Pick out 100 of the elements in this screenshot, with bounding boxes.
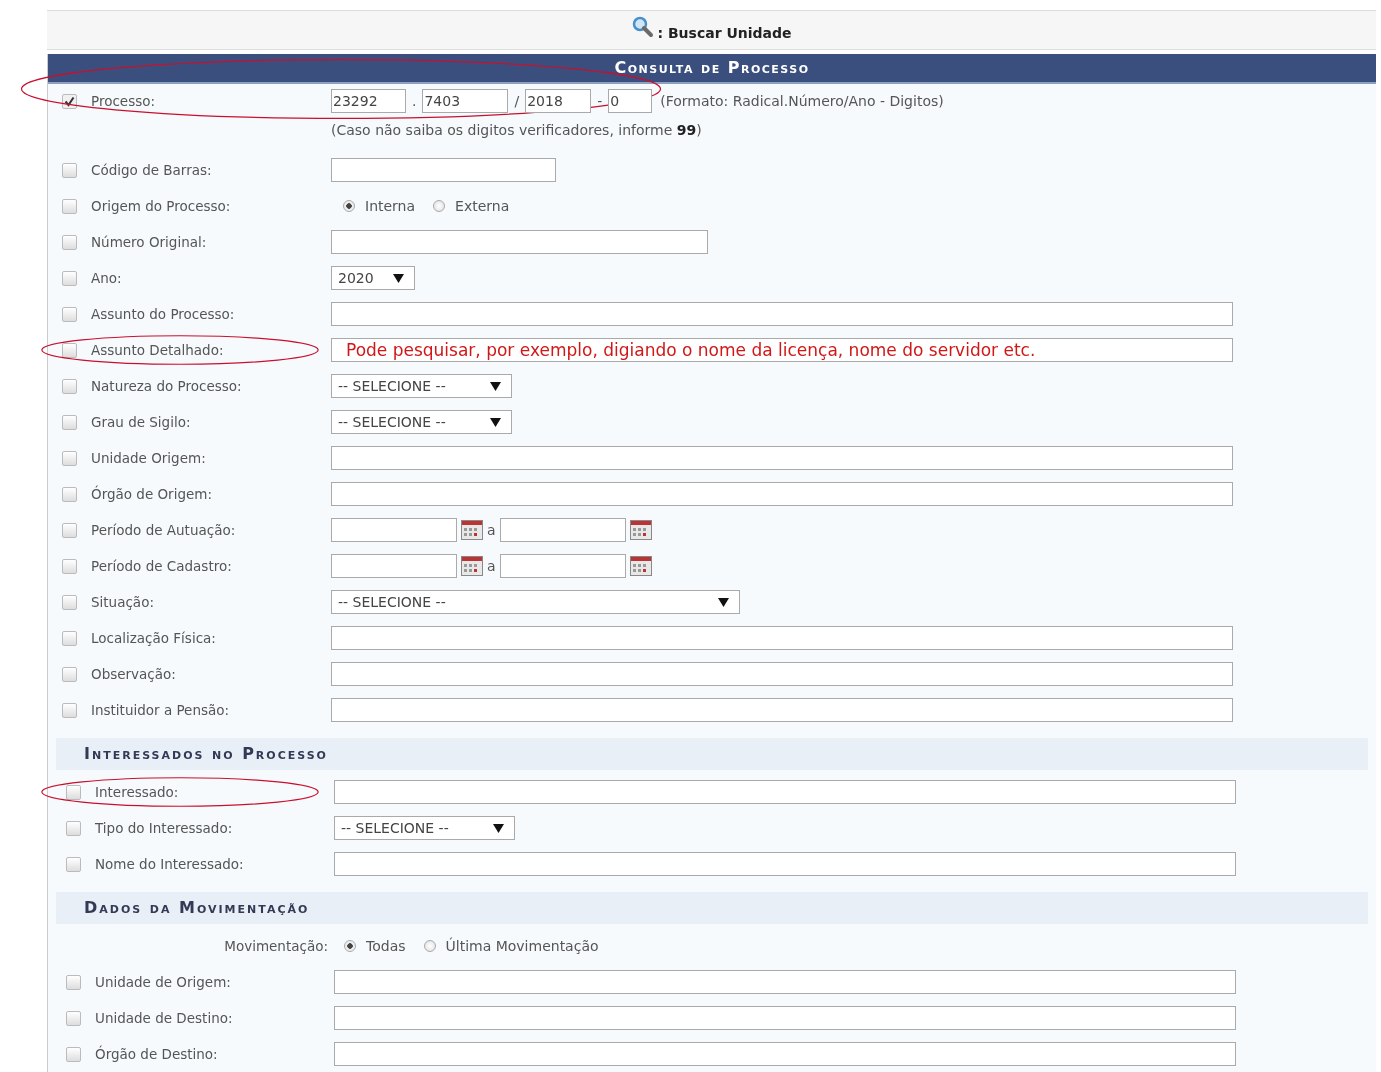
dropdown[interactable]: -- SELECIONE -- (334, 816, 515, 840)
section-heading: Interessados no Processo (56, 738, 1368, 770)
input-field[interactable]: 23292 (331, 89, 406, 113)
field-label: Interessado: (95, 784, 179, 800)
dropdown[interactable]: 2020 (331, 266, 415, 290)
range-separator: a (487, 558, 496, 574)
calendar-icon[interactable] (461, 556, 483, 576)
date-field[interactable] (331, 554, 457, 578)
input-field[interactable] (334, 1042, 1236, 1066)
checkbox[interactable] (62, 198, 77, 214)
checkbox[interactable] (62, 450, 77, 466)
date-field[interactable] (499, 554, 626, 578)
input-field[interactable] (331, 482, 1233, 506)
field-label: Grau de Sigilo: (91, 414, 191, 430)
separator-text: - (597, 93, 603, 109)
field-label: Código de Barras: (91, 162, 212, 178)
input-field[interactable] (331, 230, 708, 254)
date-field[interactable] (331, 518, 457, 542)
radio-button[interactable] (423, 940, 436, 952)
field-label: Unidade Origem: (91, 450, 206, 466)
checkbox[interactable] (62, 306, 77, 322)
search-unit-link[interactable]: : Buscar Unidade (657, 25, 792, 41)
radio-label: Todas (366, 938, 406, 954)
input-field[interactable]: 7403 (422, 89, 509, 113)
checkbox[interactable] (62, 486, 77, 502)
field-label: Localização Física: (91, 630, 216, 646)
checkbox[interactable] (62, 414, 77, 430)
search-icon[interactable] (631, 16, 656, 38)
field-label: Unidade de Origem: (95, 974, 231, 990)
input-field[interactable] (331, 158, 556, 182)
caret-icon (490, 417, 501, 427)
field-label: Unidade de Destino: (95, 1010, 233, 1026)
format-hint: (Formato: Radical.Número/Ano - Digitos) (660, 93, 944, 109)
checkbox[interactable] (66, 784, 81, 800)
checkbox[interactable] (66, 1010, 81, 1026)
hint-text: (Caso não saiba os digitos verificadores, informe 99) (331, 122, 703, 138)
checkbox[interactable] (66, 974, 81, 990)
calendar-icon[interactable] (461, 520, 483, 540)
date-field[interactable] (499, 518, 626, 542)
field-label: Ano: (91, 270, 122, 286)
radio-button[interactable] (433, 200, 446, 212)
checkbox[interactable] (62, 378, 77, 394)
calendar-icon[interactable] (629, 556, 652, 576)
input-field[interactable]: Pode pesquisar, por exemplo, digiando o nome da licença, nome do servidor etc. (331, 338, 1233, 362)
field-label: Instituidor a Pensão: (91, 702, 230, 718)
input-field[interactable] (331, 662, 1233, 686)
field-label: Movimentação: (224, 938, 328, 954)
input-field[interactable] (334, 970, 1236, 994)
radio-label: Interna (365, 198, 416, 214)
input-field[interactable]: 0 (608, 89, 653, 113)
input-field[interactable] (331, 698, 1233, 722)
checkbox[interactable] (62, 594, 77, 610)
separator-text: / (514, 93, 520, 109)
field-label: Processo: (91, 93, 156, 109)
radio-button[interactable] (343, 200, 355, 212)
field-label: Órgão de Origem: (91, 486, 212, 502)
input-field[interactable] (334, 1006, 1236, 1030)
field-label: Órgão de Destino: (95, 1046, 218, 1062)
dropdown[interactable]: -- SELECIONE -- (331, 590, 740, 614)
checkbox[interactable] (66, 856, 81, 872)
field-label: Origem do Processo: (91, 198, 231, 214)
field-label: Assunto do Processo: (91, 306, 235, 322)
field-label: Nome do Interessado: (95, 856, 244, 872)
input-field[interactable]: 2018 (525, 89, 592, 113)
checkbox[interactable] (62, 342, 77, 358)
field-label: Assunto Detalhado: (91, 342, 224, 358)
checkbox[interactable] (62, 666, 77, 682)
radio-label: Última Movimentação (445, 938, 599, 954)
field-label: Número Original: (91, 234, 207, 250)
range-separator: a (487, 522, 496, 538)
caret-icon (493, 823, 504, 833)
radio-button[interactable] (344, 940, 356, 952)
checkbox[interactable] (66, 1046, 81, 1062)
dropdown[interactable]: -- SELECIONE -- (331, 410, 512, 434)
caret-icon (393, 273, 404, 283)
checkbox[interactable] (62, 702, 77, 718)
input-field[interactable] (334, 780, 1236, 804)
dropdown[interactable]: -- SELECIONE -- (331, 374, 512, 398)
checkbox[interactable] (62, 630, 77, 646)
checkbox[interactable] (62, 522, 77, 538)
field-label: Período de Autuação: (91, 522, 236, 538)
separator-text: . (412, 93, 417, 109)
input-field[interactable] (331, 446, 1233, 470)
calendar-icon[interactable] (629, 520, 652, 540)
field-label: Tipo do Interessado: (95, 820, 233, 836)
field-label: Natureza do Processo: (91, 378, 242, 394)
input-field[interactable] (331, 302, 1233, 326)
form-title: Consulta de Processo (48, 54, 1376, 84)
caret-icon (718, 597, 729, 607)
input-field[interactable] (334, 852, 1236, 876)
checkbox[interactable] (62, 558, 77, 574)
caret-icon (490, 381, 501, 391)
field-label: Observação: (91, 666, 176, 682)
checkbox[interactable] (62, 234, 77, 250)
input-field[interactable] (331, 626, 1233, 650)
checkbox[interactable] (62, 270, 77, 286)
field-label: Situação: (91, 594, 154, 610)
radio-label: Externa (455, 198, 510, 214)
checkbox[interactable] (62, 162, 77, 178)
checkbox[interactable] (66, 820, 81, 836)
